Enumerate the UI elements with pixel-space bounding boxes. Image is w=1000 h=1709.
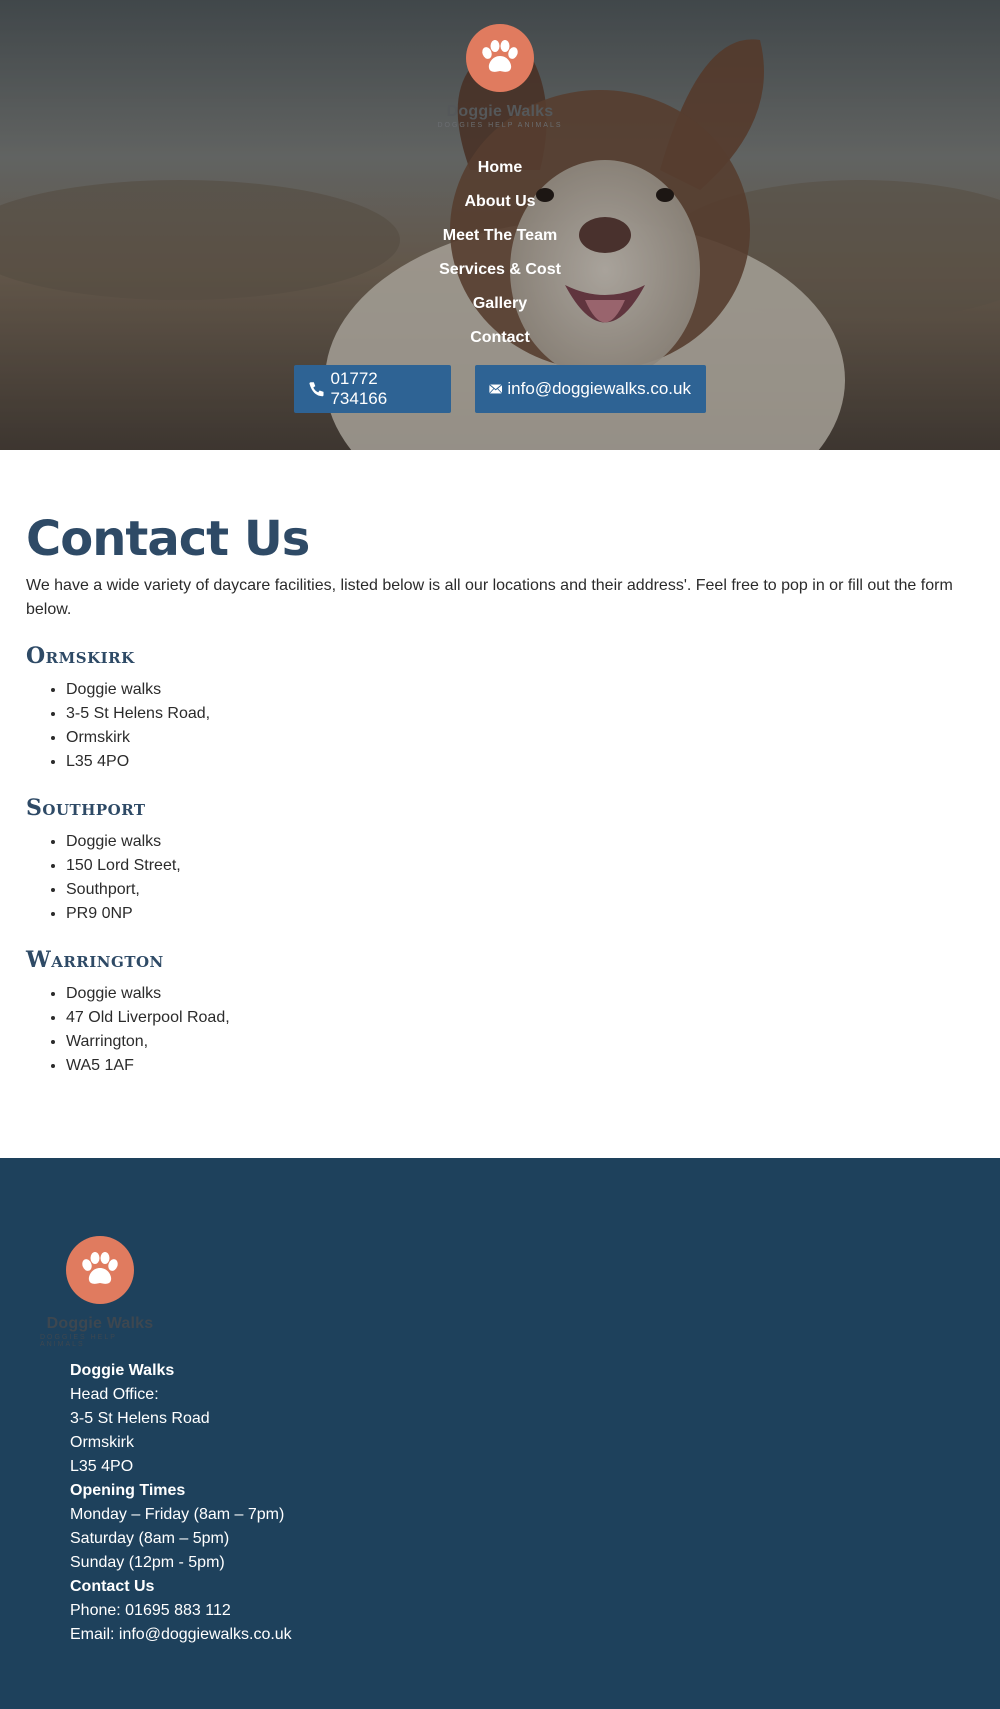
header-contact-buttons: 01772 734166 info@doggiewalks.co.uk (294, 365, 706, 413)
footer-opening-title: Opening Times (70, 1482, 186, 1499)
footer-email[interactable]: Email: info@doggiewalks.co.uk (70, 1623, 292, 1647)
email-button[interactable]: info@doggiewalks.co.uk (475, 365, 706, 413)
nav-meet-the-team[interactable]: Meet The Team (443, 219, 557, 253)
footer-address-line: 3-5 St Helens Road (70, 1410, 210, 1427)
phone-number: 01772 734166 (330, 369, 388, 408)
envelope-icon (489, 384, 503, 394)
logo-name: Doggie Walks (446, 103, 554, 120)
location-heading-warrington: Warrington (26, 947, 164, 973)
list-item: L35 4PO (66, 750, 974, 774)
nav-services-cost[interactable]: Services & Cost (439, 253, 561, 287)
page-title: Contact Us (26, 511, 310, 567)
site-logo[interactable]: Doggie Walks DOGGIES HELP ANIMALS (437, 24, 562, 129)
nav-about-us[interactable]: About Us (464, 185, 535, 219)
footer-phone[interactable]: Phone: 01695 883 112 (70, 1599, 292, 1623)
phone-button[interactable]: 01772 734166 (294, 365, 451, 413)
footer-logo-tagline: DOGGIES HELP ANIMALS (40, 1334, 117, 1348)
footer-address-line: L35 4PO (70, 1458, 134, 1475)
list-item: WA5 1AF (66, 1054, 974, 1078)
email-address: info@doggiewalks.co.uk (507, 379, 691, 398)
location-heading-southport: Southport (26, 795, 146, 821)
footer-opening-line: Monday – Friday (8am – 7pm) (70, 1506, 285, 1523)
list-item: 150 Lord Street, (66, 854, 974, 878)
footer-opening-line: Sunday (12pm - 5pm) (70, 1554, 225, 1571)
list-item: PR9 0NP (66, 902, 974, 926)
footer-info: Doggie Walks Head Office: 3-5 St Helens … (70, 1359, 292, 1647)
location-heading-ormskirk: Ormskirk (26, 643, 135, 669)
list-item: 3-5 St Helens Road, (66, 702, 974, 726)
nav-contact[interactable]: Contact (470, 321, 530, 355)
site-footer: Doggie Walks DOGGIES HELP ANIMALS Doggie… (0, 1158, 1000, 1709)
footer-company: Doggie Walks (70, 1362, 175, 1379)
footer-opening-line: Saturday (8am – 5pm) (70, 1530, 230, 1547)
logo-tagline: DOGGIES HELP ANIMALS (437, 122, 563, 129)
footer-logo[interactable]: Doggie Walks DOGGIES HELP ANIMALS (40, 1236, 160, 1348)
footer-head-office-label: Head Office: (70, 1386, 159, 1403)
list-item: Doggie walks (66, 982, 974, 1006)
phone-icon (309, 382, 324, 397)
main-content: Contact Us We have a wide variety of day… (0, 450, 1000, 1158)
nav-gallery[interactable]: Gallery (473, 287, 527, 321)
location-list-southport: Doggie walks 150 Lord Street, Southport,… (26, 830, 974, 926)
location-list-ormskirk: Doggie walks 3-5 St Helens Road, Ormskir… (26, 678, 974, 774)
paw-icon (465, 24, 534, 92)
hero-header: Doggie Walks DOGGIES HELP ANIMALS Home A… (0, 0, 1000, 450)
list-item: Doggie walks (66, 678, 974, 702)
list-item: 47 Old Liverpool Road, (66, 1006, 974, 1030)
list-item: Warrington, (66, 1030, 974, 1054)
list-item: Southport, (66, 878, 974, 902)
nav-home[interactable]: Home (478, 151, 522, 185)
location-list-warrington: Doggie walks 47 Old Liverpool Road, Warr… (26, 982, 974, 1078)
footer-contact-title: Contact Us (70, 1578, 155, 1595)
main-nav: Home About Us Meet The Team Services & C… (439, 151, 561, 355)
list-item: Ormskirk (66, 726, 974, 750)
list-item: Doggie walks (66, 830, 974, 854)
footer-address-line: Ormskirk (70, 1434, 134, 1451)
paw-icon (66, 1236, 134, 1304)
intro-text: We have a wide variety of daycare facili… (26, 577, 953, 618)
footer-logo-name: Doggie Walks (46, 1315, 154, 1332)
